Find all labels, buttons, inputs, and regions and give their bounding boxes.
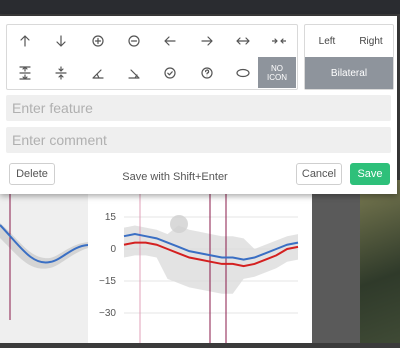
arrow-right-icon (200, 36, 213, 46)
arrows-converge-icon (272, 38, 287, 44)
top-bar (0, 0, 400, 14)
annotation-dialog: NOICON Left Right Bilateral Delete Save … (0, 16, 397, 194)
cursor-indicator (170, 215, 188, 233)
expand-vertical-button[interactable] (7, 57, 43, 89)
arrow-up-button[interactable] (7, 25, 43, 57)
compress-vertical-button[interactable] (43, 57, 79, 89)
chart-svg: 15 0 −15 −30 (99, 180, 299, 343)
arrows-horizontal-icon (236, 37, 250, 45)
angle-closed-icon (128, 69, 140, 79)
circle-question-button[interactable] (189, 57, 225, 89)
arrows-converge-button[interactable] (261, 25, 297, 57)
circle-minus-button[interactable] (116, 25, 152, 57)
y-tick-label: −15 (99, 276, 116, 287)
y-tick-label: 0 (110, 244, 116, 255)
save-button[interactable]: Save (350, 163, 390, 185)
arrow-right-button[interactable] (189, 25, 225, 57)
side-selector: Left Right Bilateral (304, 24, 394, 90)
comment-input[interactable] (6, 127, 391, 153)
y-tick-label: 15 (105, 212, 117, 223)
ellipse-button[interactable] (225, 57, 261, 89)
ellipse-icon (236, 68, 250, 78)
right-button[interactable]: Right (349, 25, 393, 57)
compress-vertical-icon (55, 66, 67, 80)
confidence-band (124, 225, 298, 294)
arrow-down-button[interactable] (43, 25, 79, 57)
arrow-left-button[interactable] (152, 25, 188, 57)
save-hint: Save with Shift+Enter (122, 171, 228, 183)
arrow-left-icon (164, 36, 176, 46)
arrow-up-icon (20, 35, 30, 47)
circle-plus-icon (91, 35, 104, 47)
feature-input[interactable] (6, 95, 391, 121)
angle-open-button[interactable] (80, 57, 116, 89)
circle-minus-icon (128, 35, 140, 47)
arrows-horizontal-button[interactable] (225, 25, 261, 57)
circle-check-icon (164, 67, 176, 79)
bilateral-button[interactable]: Bilateral (305, 57, 393, 89)
angle-closed-button[interactable] (116, 57, 152, 89)
cancel-button[interactable]: Cancel (296, 163, 342, 185)
circle-plus-button[interactable] (80, 25, 116, 57)
y-tick-label: −30 (99, 308, 116, 319)
no-icon-label-line2: ICON (267, 72, 287, 82)
background-panel-right (312, 180, 360, 343)
expand-vertical-icon (19, 66, 31, 80)
video-thumbnail (360, 180, 400, 343)
no-icon-label-line1: NO (271, 63, 283, 73)
icon-grid: NO ICON (6, 24, 298, 90)
delete-button[interactable]: Delete (9, 163, 55, 185)
arrow-down-icon (56, 35, 66, 47)
no-icon-button[interactable]: NO ICON (258, 57, 296, 88)
left-chart (0, 180, 89, 320)
background-panel-left (0, 180, 89, 343)
circle-check-button[interactable] (152, 57, 188, 89)
angle-open-icon (91, 69, 104, 79)
left-button[interactable]: Left (305, 25, 349, 57)
chart-panel: 15 0 −15 −30 (88, 180, 312, 343)
circle-question-icon (200, 67, 213, 79)
